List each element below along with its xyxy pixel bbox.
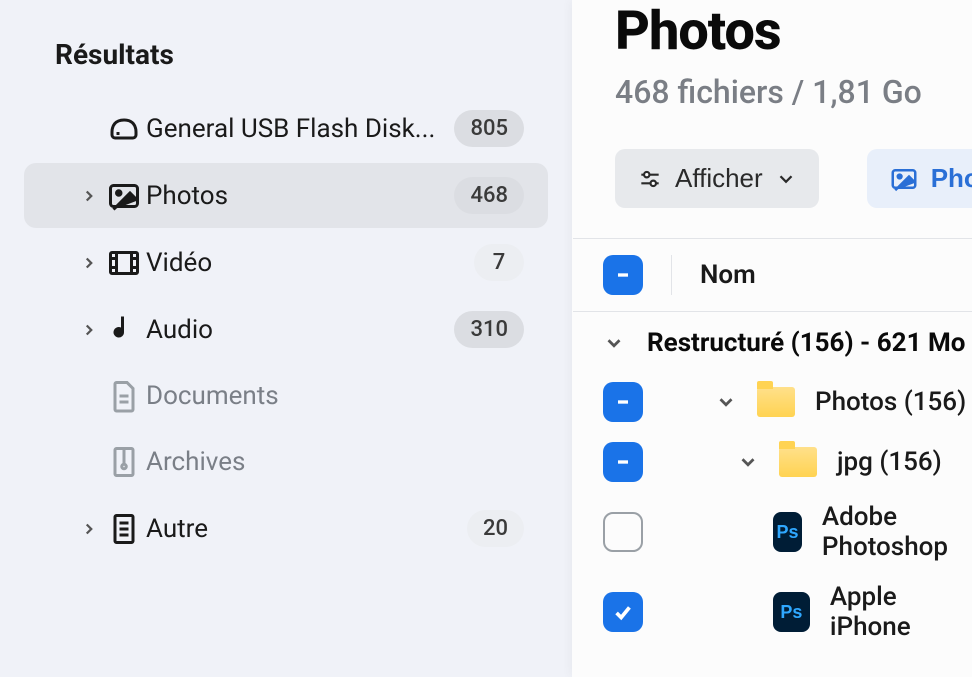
photoshop-icon: Ps — [773, 592, 810, 632]
document-icon — [106, 378, 146, 414]
sidebar-item-badge: 7 — [474, 244, 524, 281]
sidebar-item-badge: 805 — [454, 110, 524, 147]
chevron-right-icon[interactable] — [74, 520, 104, 538]
row-label: Photos (156) — [815, 387, 966, 417]
sidebar-item-label: General USB Flash Disk... — [146, 114, 454, 144]
photo-icon — [889, 164, 919, 194]
sidebar-item-label: Audio — [146, 315, 454, 345]
other-file-icon — [106, 511, 146, 547]
chevron-down-icon[interactable] — [737, 451, 759, 473]
tree-row-folder[interactable]: Photos (156) — [573, 372, 972, 432]
toolbar: Afficher Photos — [615, 149, 972, 238]
drive-icon — [106, 111, 146, 147]
photos-filter-label: Photos — [931, 163, 972, 194]
row-checkbox[interactable] — [603, 382, 643, 422]
row-checkbox[interactable] — [603, 442, 643, 482]
sidebar-item-other[interactable]: Autre 20 — [24, 496, 548, 561]
chevron-right-icon[interactable] — [74, 321, 104, 339]
main-header: Photos 468 fichiers / 1,81 Go Afficher P… — [573, 0, 972, 238]
sidebar-item-label: Vidéo — [146, 248, 474, 278]
group-row-restructured[interactable]: Restructuré (156) - 621 Mo — [573, 312, 972, 372]
sidebar-item-label: Documents — [146, 381, 524, 411]
page-subtitle: 468 fichiers / 1,81 Go — [615, 73, 972, 111]
row-checkbox[interactable] — [603, 512, 643, 552]
display-button-label: Afficher — [675, 163, 763, 194]
sidebar-item-badge: 310 — [454, 311, 524, 348]
table-header-row: Nom — [573, 239, 972, 312]
folder-icon — [779, 447, 817, 477]
tree-row-file[interactable]: Ps Adobe Photoshop — [573, 492, 972, 572]
sidebar-item-label: Archives — [146, 447, 524, 477]
chevron-down-icon — [775, 168, 797, 190]
sidebar-item-audio[interactable]: Audio 310 — [24, 297, 548, 362]
row-checkbox[interactable] — [603, 592, 643, 632]
sidebar: Résultats General USB Flash Disk... 805 … — [0, 0, 572, 677]
column-header-name[interactable]: Nom — [700, 260, 756, 290]
sliders-icon — [637, 166, 663, 192]
group-label: Restructuré (156) - 621 Mo — [647, 328, 965, 358]
sidebar-item-badge: 20 — [467, 510, 524, 547]
main-panel: Photos 468 fichiers / 1,81 Go Afficher P… — [572, 0, 972, 677]
row-label: Adobe Photoshop — [822, 502, 972, 562]
sidebar-item-drive[interactable]: General USB Flash Disk... 805 — [24, 96, 548, 161]
table-area: Nom Restructuré (156) - 621 Mo Photos (1… — [573, 238, 972, 652]
audio-icon — [106, 312, 146, 348]
sidebar-item-photos[interactable]: Photos 468 — [24, 163, 548, 228]
row-label: Apple iPhone — [830, 582, 972, 642]
row-label: jpg (156) — [837, 447, 942, 477]
sidebar-item-label: Photos — [146, 181, 454, 211]
tree-row-file[interactable]: Ps Apple iPhone — [573, 572, 972, 652]
sidebar-item-documents[interactable]: Documents — [24, 364, 548, 428]
chevron-down-icon[interactable] — [715, 391, 737, 413]
photos-filter-button[interactable]: Photos — [867, 149, 972, 208]
chevron-down-icon[interactable] — [603, 332, 625, 354]
display-button[interactable]: Afficher — [615, 149, 819, 208]
sidebar-item-video[interactable]: Vidéo 7 — [24, 230, 548, 295]
video-icon — [106, 245, 146, 281]
select-all-checkbox[interactable] — [603, 255, 643, 295]
sidebar-section-title: Résultats — [0, 20, 572, 96]
photoshop-icon: Ps — [773, 512, 802, 552]
chevron-right-icon[interactable] — [74, 187, 104, 205]
archive-icon — [106, 444, 146, 480]
sidebar-item-archives[interactable]: Archives — [24, 430, 548, 494]
sidebar-item-label: Autre — [146, 514, 467, 544]
column-divider — [671, 255, 672, 295]
tree-row-folder[interactable]: jpg (156) — [573, 432, 972, 492]
photo-icon — [106, 178, 146, 214]
folder-icon — [757, 387, 795, 417]
chevron-right-icon[interactable] — [74, 254, 104, 272]
page-title: Photos — [615, 0, 972, 63]
sidebar-item-badge: 468 — [454, 177, 524, 214]
